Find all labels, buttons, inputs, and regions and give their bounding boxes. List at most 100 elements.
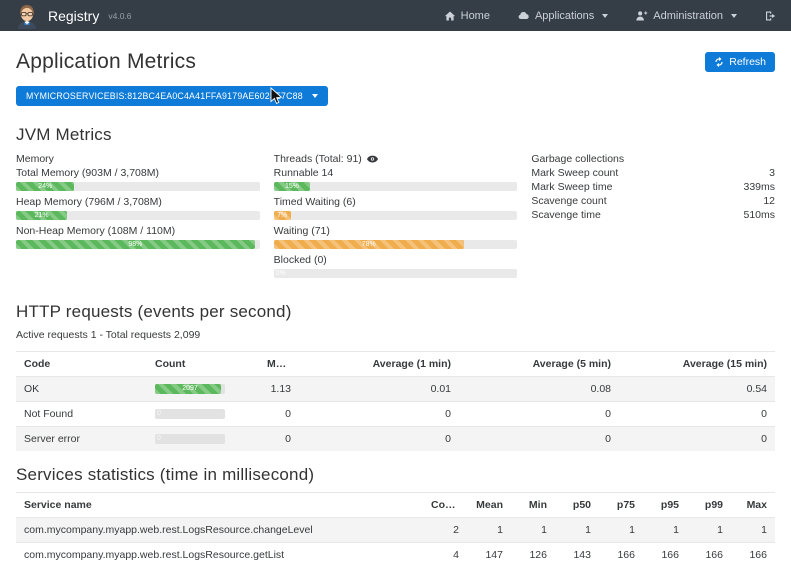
- http-value-cell: 0: [459, 427, 619, 452]
- http-column-header: Count: [147, 352, 259, 377]
- service-value-cell: 1: [599, 518, 643, 543]
- gc-value: 339ms: [744, 181, 776, 193]
- metric-label: Blocked (0): [274, 254, 518, 266]
- service-value-cell: 1: [687, 518, 731, 543]
- http-value-cell: 0: [299, 427, 459, 452]
- eye-icon[interactable]: [367, 155, 378, 163]
- gc-value: 12: [763, 195, 775, 207]
- metric-label: Timed Waiting (6): [274, 196, 518, 208]
- progress-bar-track: 0%: [274, 269, 518, 278]
- jvm-metrics-row: Memory Total Memory (903M / 3,708M)24%He…: [16, 152, 775, 283]
- http-code-cell: Not Found: [16, 402, 147, 427]
- progress-bar-fill: 24%: [16, 182, 74, 191]
- gc-row: Scavenge count 12: [531, 195, 775, 207]
- progress-bar-track: 78%: [274, 240, 518, 249]
- service-value-cell: 4: [423, 543, 467, 567]
- memory-title: Memory: [16, 153, 54, 165]
- brand[interactable]: Registry v4.0.6: [15, 3, 132, 29]
- service-value-cell: 143: [555, 543, 599, 567]
- count-bar-value: 2097: [155, 384, 225, 394]
- http-count-cell: 2097: [147, 377, 259, 402]
- service-value-cell: 1: [467, 518, 511, 543]
- count-bar-value: 0: [157, 434, 161, 444]
- threads-column: Threads (Total: 91) Runnable 1415%Timed …: [274, 152, 518, 283]
- service-value-cell: 147: [467, 543, 511, 567]
- brand-title: Registry: [48, 8, 99, 24]
- metric-label: Waiting (71): [274, 225, 518, 237]
- nav-administration-label: Administration: [653, 10, 723, 22]
- metric-label: Runnable 14: [274, 167, 518, 179]
- services-column-header: Min: [511, 493, 555, 518]
- chevron-down-icon: [731, 14, 737, 18]
- progress-bar-value: 0%: [276, 269, 286, 278]
- nav-administration[interactable]: Administration: [635, 10, 737, 22]
- service-value-cell: 166: [687, 543, 731, 567]
- progress-bar-track: 7%: [274, 211, 518, 220]
- progress-bar-fill: 21%: [16, 211, 67, 220]
- metric-label: Total Memory (903M / 3,708M): [16, 167, 260, 179]
- http-requests-subtitle: Active requests 1 - Total requests 2,099: [16, 329, 775, 341]
- http-column-header: Average (5 min): [459, 352, 619, 377]
- gc-title: Garbage collections: [531, 153, 624, 165]
- user-plus-icon: [635, 10, 648, 22]
- progress-bar-track: 98%: [16, 240, 260, 249]
- progress-bar-fill: 78%: [274, 240, 464, 249]
- count-bar-value: 0: [157, 409, 161, 419]
- progress-bar-track: 21%: [16, 211, 260, 220]
- service-value-cell: 1: [731, 518, 775, 543]
- services-column-header: p95: [643, 493, 687, 518]
- nav-menu: Home Applications Administration: [444, 10, 777, 22]
- nav-applications[interactable]: Applications: [517, 10, 608, 22]
- progress-bar-fill: 15%: [274, 182, 311, 191]
- gc-row: Scavenge time 510ms: [531, 209, 775, 221]
- nav-home-label: Home: [461, 10, 490, 22]
- refresh-button-label: Refresh: [729, 56, 766, 68]
- http-code-cell: OK: [16, 377, 147, 402]
- services-table-row: com.mycompany.myapp.web.rest.LogsResourc…: [16, 543, 775, 567]
- progress-bar-fill: 7%: [274, 211, 291, 220]
- http-requests-table: CodeCountMeanAverage (1 min)Average (5 m…: [16, 351, 775, 451]
- nav-home[interactable]: Home: [444, 10, 490, 22]
- services-column-header: p99: [687, 493, 731, 518]
- http-count-cell: 0: [147, 427, 259, 452]
- http-value-cell: 0: [299, 402, 459, 427]
- service-name-cell: com.mycompany.myapp.web.rest.LogsResourc…: [16, 543, 423, 567]
- memory-column: Memory Total Memory (903M / 3,708M)24%He…: [16, 152, 260, 283]
- http-table-row: Not Found00000: [16, 402, 775, 427]
- progress-bar-track: 24%: [16, 182, 260, 191]
- jhipster-avatar-logo: [15, 3, 39, 29]
- services-statistics-table: Service nameCountMeanMinp50p75p95p99Max …: [16, 492, 775, 567]
- refresh-button[interactable]: Refresh: [705, 52, 775, 72]
- http-value-cell: 0: [259, 402, 299, 427]
- progress-bar-value: 15%: [274, 182, 311, 191]
- service-value-cell: 1: [643, 518, 687, 543]
- chevron-down-icon: [312, 94, 318, 98]
- instance-selector-label: MYMICROSERVICEBIS:812BC4EA0C4A41FFA9179A…: [26, 91, 303, 101]
- service-value-cell: 1: [511, 518, 555, 543]
- cloud-icon: [517, 10, 530, 22]
- http-value-cell: 0.54: [619, 377, 775, 402]
- count-bar-track: 2097: [155, 384, 225, 394]
- metric-label: Non-Heap Memory (108M / 110M): [16, 225, 260, 237]
- progress-bar-track: 15%: [274, 182, 518, 191]
- services-column-header: p75: [599, 493, 643, 518]
- progress-bar-value: 24%: [16, 182, 74, 191]
- http-column-header: Mean: [259, 352, 299, 377]
- http-value-cell: 0: [619, 402, 775, 427]
- service-value-cell: 166: [731, 543, 775, 567]
- http-requests-heading: HTTP requests (events per second): [16, 302, 775, 322]
- services-statistics-heading: Services statistics (time in millisecond…: [16, 465, 775, 485]
- chevron-down-icon: [602, 14, 608, 18]
- http-table-row: Server error00000: [16, 427, 775, 452]
- gc-value: 510ms: [744, 209, 776, 221]
- refresh-icon: [714, 57, 724, 67]
- gc-label: Scavenge time: [531, 209, 600, 221]
- sign-out-button[interactable]: [764, 10, 777, 22]
- http-count-cell: 0: [147, 402, 259, 427]
- services-column-header: Count: [423, 493, 467, 518]
- service-value-cell: 166: [599, 543, 643, 567]
- services-column-header: Mean: [467, 493, 511, 518]
- instance-selector-dropdown[interactable]: MYMICROSERVICEBIS:812BC4EA0C4A41FFA9179A…: [16, 86, 328, 106]
- progress-bar-value: 7%: [274, 211, 291, 220]
- gc-label: Scavenge count: [531, 195, 606, 207]
